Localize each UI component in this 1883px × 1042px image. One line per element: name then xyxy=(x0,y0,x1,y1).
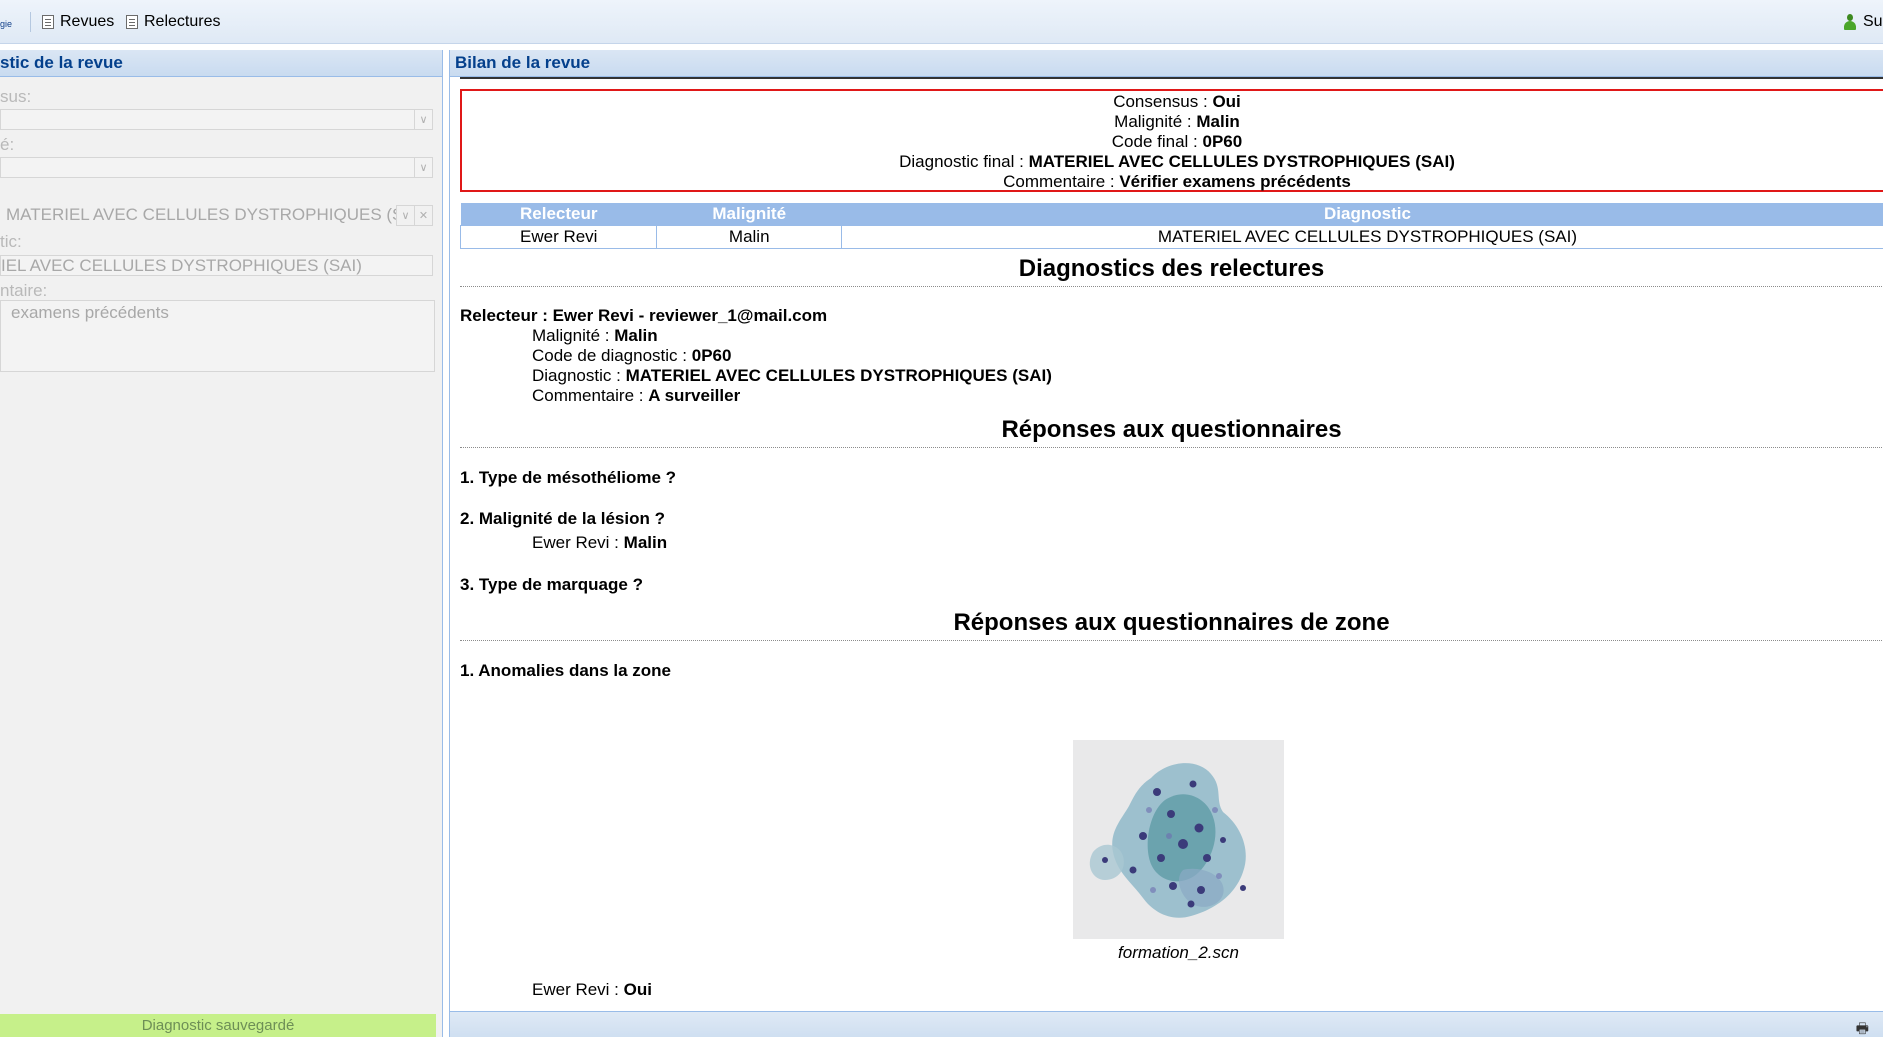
review-summary-body: Consensus : Oui Malignité : Malin Code f… xyxy=(460,77,1883,681)
answer-value: Malin xyxy=(624,533,667,552)
diagnostic-field[interactable]: IEL AVEC CELLULES DYSTROPHIQUES (SAI) xyxy=(0,255,433,276)
panel-header: stic de la revue xyxy=(0,50,442,77)
save-status-badge: Diagnostic sauvegardé xyxy=(0,1014,436,1037)
question-1: 1. Type de mésothéliome ? xyxy=(460,468,1883,488)
reviewer-comment-label: Commentaire : xyxy=(532,386,643,405)
chevron-down-icon[interactable]: ∨ xyxy=(396,205,415,226)
commentaire-value: Vérifier examens précédents xyxy=(1119,172,1351,191)
reviewers-table: Relecteur Malignité Diagnostic Ewer Revi… xyxy=(460,203,1883,249)
question-2-answer: Ewer Revi : Malin xyxy=(460,533,1883,553)
consensus-line: Consensus : Oui xyxy=(462,92,1883,112)
table-row: Ewer Revi Malin MATERIEL AVEC CELLULES D… xyxy=(461,226,1883,249)
chevron-down-icon[interactable]: ∨ xyxy=(414,158,432,177)
diagnostic-final-line: Diagnostic final : MATERIEL AVEC CELLULE… xyxy=(462,152,1883,172)
diagnostic-label: tic: xyxy=(0,232,22,252)
top-toolbar: gie Revues Relectures Sup xyxy=(0,0,1883,44)
consensus-label: sus: xyxy=(0,87,31,107)
divider xyxy=(460,640,1883,641)
reviewer-code-line: Code de diagnostic : 0P60 xyxy=(532,346,1883,366)
consensus-label: Consensus : xyxy=(1113,92,1208,111)
toolbar-separator xyxy=(30,12,31,32)
diagnostic-combo[interactable]: MATERIEL AVEC CELLULES DYSTROPHIQUES (SA… xyxy=(0,205,433,226)
save-status-text: Diagnostic sauvegardé xyxy=(142,1017,295,1034)
reviewer-comment-line: Commentaire : A surveiller xyxy=(532,386,1883,406)
diagnostic-final-value: MATERIEL AVEC CELLULES DYSTROPHIQUES (SA… xyxy=(1029,152,1455,171)
table-cell: Malin xyxy=(657,226,841,249)
zone-question-1: 1. Anomalies dans la zone xyxy=(460,661,1883,681)
question-3: 3. Type de marquage ? xyxy=(460,575,1883,595)
answer-reviewer-name: Ewer Revi : xyxy=(532,980,619,999)
section-title-questionnaires: Réponses aux questionnaires xyxy=(460,416,1883,447)
commentaire-label: ntaire: xyxy=(0,281,47,301)
reviewer-diagnostic-value: MATERIEL AVEC CELLULES DYSTROPHIQUES (SA… xyxy=(626,366,1052,385)
panel-title: stic de la revue xyxy=(0,53,123,72)
divider xyxy=(460,447,1883,448)
zone-image[interactable] xyxy=(1073,740,1284,939)
close-icon[interactable]: ✕ xyxy=(414,205,433,226)
reviewer-code-value: 0P60 xyxy=(692,346,732,365)
table-cell: MATERIEL AVEC CELLULES DYSTROPHIQUES (SA… xyxy=(841,226,1883,249)
code-final-line: Code final : 0P60 xyxy=(462,132,1883,152)
section-title-diagnostics: Diagnostics des relectures xyxy=(460,255,1883,286)
column-header: Relecteur xyxy=(461,203,657,226)
section-title-zone: Réponses aux questionnaires de zone xyxy=(460,609,1883,640)
toolbar-truncated-button[interactable]: gie xyxy=(0,12,12,21)
diagnostic-panel: stic de la revue sus: ∨ é: ∨ MATERIEL AV… xyxy=(0,50,443,1037)
zone-question-1-answer: Ewer Revi : Oui xyxy=(460,980,652,1000)
cell-image-icon xyxy=(1073,740,1284,939)
malignite-value: Malin xyxy=(1196,112,1239,131)
document-icon xyxy=(126,15,138,29)
relectures-label: Relectures xyxy=(144,13,220,31)
user-icon xyxy=(1843,14,1857,30)
commentaire-value: examens précédents xyxy=(11,303,169,323)
malignite-line: Malignité : Malin xyxy=(462,112,1883,132)
reviewer-malignite-line: Malignité : Malin xyxy=(532,326,1883,346)
user-button[interactable]: Sup xyxy=(1843,12,1883,32)
table-header-row: Relecteur Malignité Diagnostic xyxy=(461,203,1883,226)
reviewer-code-label: Code de diagnostic : xyxy=(532,346,687,365)
question-2: 2. Malignité de la lésion ? xyxy=(460,509,1883,529)
panel-title: Bilan de la revue xyxy=(455,53,590,72)
malignite-label: Malignité : xyxy=(1114,112,1191,131)
answer-value: Oui xyxy=(624,980,652,999)
final-summary-box: Consensus : Oui Malignité : Malin Code f… xyxy=(460,89,1883,192)
malignite-combo[interactable]: ∨ xyxy=(0,157,433,178)
document-icon xyxy=(42,15,54,29)
zone-image-caption: formation_2.scn xyxy=(1073,943,1284,963)
panel-footer: 🖶 xyxy=(450,1011,1883,1037)
consensus-combo[interactable]: ∨ xyxy=(0,109,433,130)
column-header: Malignité xyxy=(657,203,841,226)
commentaire-textarea[interactable]: examens précédents xyxy=(0,300,435,372)
consensus-value: Oui xyxy=(1212,92,1240,111)
diagnostic-final-label: Diagnostic final : xyxy=(899,152,1024,171)
reviewer-diagnostic-label: Diagnostic : xyxy=(532,366,621,385)
reviewer-details: Malignité : Malin Code de diagnostic : 0… xyxy=(460,326,1883,406)
malignite-label: é: xyxy=(0,135,14,155)
revues-label: Revues xyxy=(60,13,114,31)
reviewer-comment-value: A surveiller xyxy=(648,386,740,405)
commentaire-line: Commentaire : Vérifier examens précédent… xyxy=(462,172,1883,192)
chevron-down-icon[interactable]: ∨ xyxy=(414,110,432,129)
divider xyxy=(460,286,1883,287)
diagnostic-combo-value: MATERIEL AVEC CELLULES DYSTROPHIQUES (SA… xyxy=(6,205,396,225)
divider xyxy=(460,77,1883,79)
user-label: Sup xyxy=(1863,13,1883,31)
diagnostic-field-value: IEL AVEC CELLULES DYSTROPHIQUES (SAI) xyxy=(1,256,362,276)
reviewer-malignite-value: Malin xyxy=(614,326,657,345)
reviewer-header: Relecteur : Ewer Revi - reviewer_1@mail.… xyxy=(460,306,1883,326)
table-cell: Ewer Revi xyxy=(461,226,657,249)
answer-reviewer-name: Ewer Revi : xyxy=(532,533,619,552)
review-summary-panel: Bilan de la revue Consensus : Oui Malign… xyxy=(449,50,1883,1037)
code-final-value: 0P60 xyxy=(1203,132,1243,151)
reviewer-malignite-label: Malignité : xyxy=(532,326,609,345)
code-final-label: Code final : xyxy=(1112,132,1198,151)
toolbar-truncated-label: gie xyxy=(0,19,12,29)
print-icon[interactable]: 🖶 xyxy=(1856,1018,1869,1042)
relectures-button[interactable]: Relectures xyxy=(126,12,220,32)
column-header: Diagnostic xyxy=(841,203,1883,226)
revues-button[interactable]: Revues xyxy=(42,12,114,32)
panel-header: Bilan de la revue xyxy=(450,50,1883,77)
commentaire-label: Commentaire : xyxy=(1003,172,1114,191)
reviewer-diagnostic-line: Diagnostic : MATERIEL AVEC CELLULES DYST… xyxy=(532,366,1883,386)
